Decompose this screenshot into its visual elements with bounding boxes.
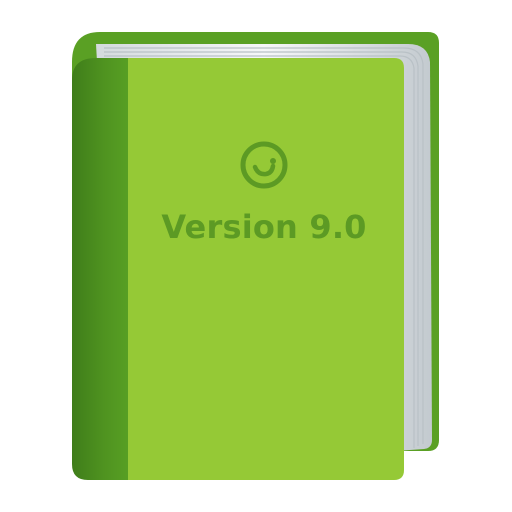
cover-title: Version 9.0 [161,208,367,246]
spine [72,58,130,480]
book-graphic [72,32,439,480]
book-illustration: Version 9.0 [0,0,512,512]
front-cover [128,58,404,480]
smiley-g-icon [240,141,288,189]
